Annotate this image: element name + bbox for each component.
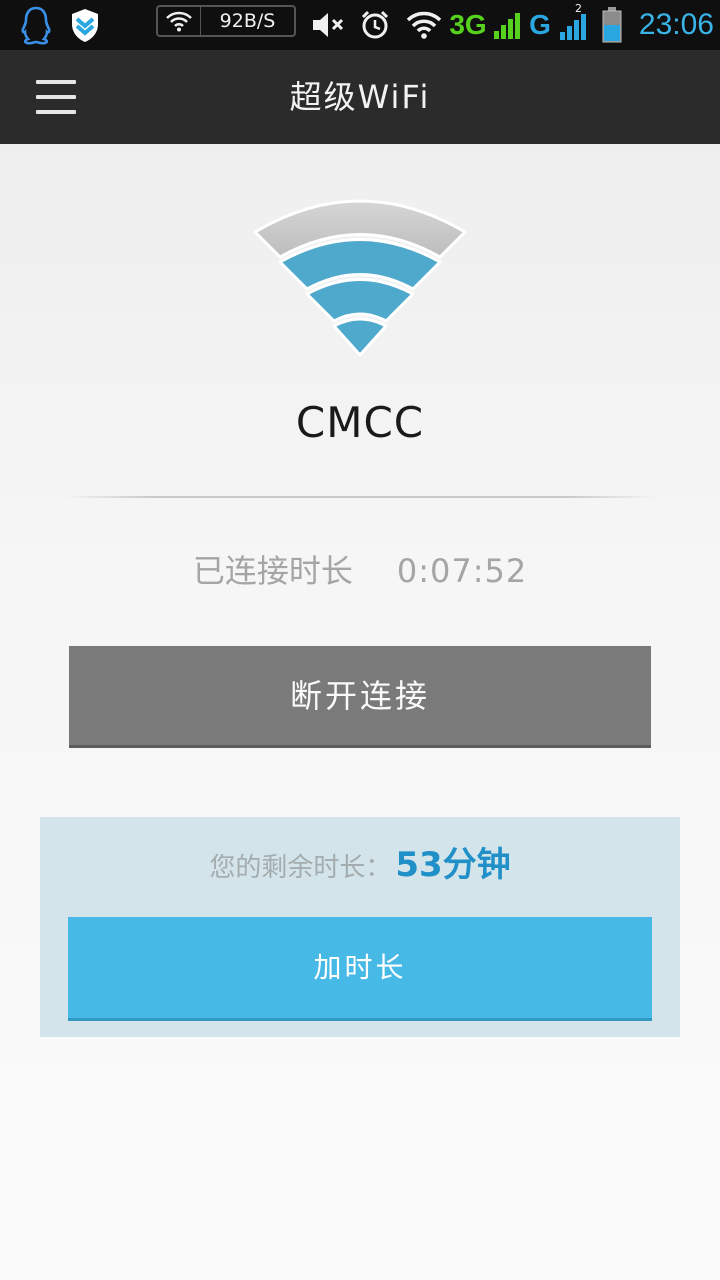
remaining-time-row: 您的剩余时长： 53分钟 <box>40 817 680 913</box>
disconnect-button[interactable]: 断开连接 <box>69 646 651 748</box>
alarm-icon <box>356 0 394 50</box>
divider <box>64 496 656 498</box>
connection-duration: 已连接时长 0:07:52 <box>0 546 720 592</box>
speed-text: 92B/S <box>219 10 276 32</box>
shield-icon <box>66 0 104 50</box>
page-title: 超级WiFi <box>289 78 431 116</box>
signal-icon: 2 <box>556 0 592 50</box>
wifi-icon <box>158 7 201 35</box>
network-type-g: G <box>529 9 551 40</box>
battery-icon <box>598 0 626 50</box>
sim2-label: 2 <box>575 2 582 15</box>
remaining-time-value: 53分钟 <box>395 845 511 885</box>
add-time-button[interactable]: 加时长 <box>68 917 652 1021</box>
signal-icon <box>490 0 524 50</box>
qq-penguin-icon <box>16 0 56 50</box>
remaining-time-panel: 您的剩余时长： 53分钟 加时长 <box>40 817 680 1037</box>
mute-icon <box>308 0 348 50</box>
network-type-3g: 3G <box>449 9 487 40</box>
remaining-time-label: 您的剩余时长： <box>209 853 392 883</box>
status-bar: 92B/S 3G G 2 23:06 <box>0 0 720 50</box>
app-header: 超级WiFi <box>0 50 720 144</box>
status-clock: 23:06 <box>638 8 714 41</box>
connection-duration-label: 已连接时长 <box>192 552 353 590</box>
network-speed-indicator: 92B/S <box>156 5 296 37</box>
wifi-signal-icon <box>250 190 470 365</box>
connection-duration-value: 0:07:52 <box>396 552 528 590</box>
wifi-ssid: CMCC <box>295 398 425 447</box>
wifi-icon <box>404 0 444 50</box>
